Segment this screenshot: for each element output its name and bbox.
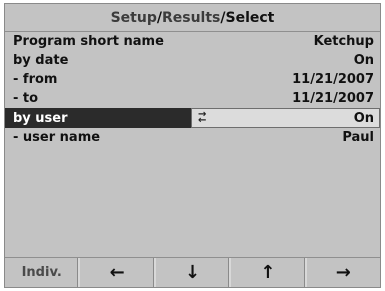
arrow-down-icon: ↓ (184, 261, 201, 283)
row-by-date[interactable]: by date On (5, 51, 380, 70)
row-value: Ketchup (313, 34, 374, 49)
device-screen: Setup / Results / Select Program short name … (4, 3, 381, 288)
row-value: On (353, 110, 374, 126)
right-button[interactable]: → (307, 258, 380, 287)
arrow-up-icon: ↑ (260, 261, 276, 283)
row-value: Paul (342, 130, 374, 145)
softkey-bar: Indiv. ← ↓ ↑ → (5, 257, 380, 287)
row-label: - to (13, 91, 39, 106)
row-date-from[interactable]: - from 11/21/2007 (5, 70, 380, 89)
row-value: 11/21/2007 (292, 72, 374, 87)
down-button[interactable]: ↓ (156, 258, 232, 287)
breadcrumb: Setup / Results / Select (5, 4, 380, 32)
settings-list: Program short name Ketchup by date On - … (5, 32, 380, 147)
row-user-name[interactable]: - user name Paul (5, 128, 380, 147)
row-label: - user name (13, 130, 101, 145)
toggle-arrows-icon: → ← (198, 109, 207, 126)
breadcrumb-setup: Setup (110, 9, 157, 26)
row-label: - from (13, 72, 58, 87)
breadcrumb-results: Results (161, 9, 221, 26)
toggle-field[interactable]: → ← On (191, 108, 380, 128)
breadcrumb-current: Select (225, 9, 275, 26)
row-date-to[interactable]: - to 11/21/2007 (5, 89, 380, 108)
row-value: 11/21/2007 (292, 91, 374, 106)
indiv-button[interactable]: Indiv. (5, 258, 81, 287)
up-button[interactable]: ↑ (231, 258, 307, 287)
row-program-short-name[interactable]: Program short name Ketchup (5, 32, 380, 51)
arrow-left-icon: ← (109, 261, 125, 283)
row-by-user[interactable]: by user → ← On (5, 108, 380, 128)
row-label: Program short name (13, 34, 164, 49)
row-label: by date (13, 53, 69, 68)
left-button[interactable]: ← (80, 258, 156, 287)
arrow-right-icon: → (335, 261, 351, 283)
row-label: by user (5, 108, 191, 128)
row-value: On (353, 53, 374, 68)
